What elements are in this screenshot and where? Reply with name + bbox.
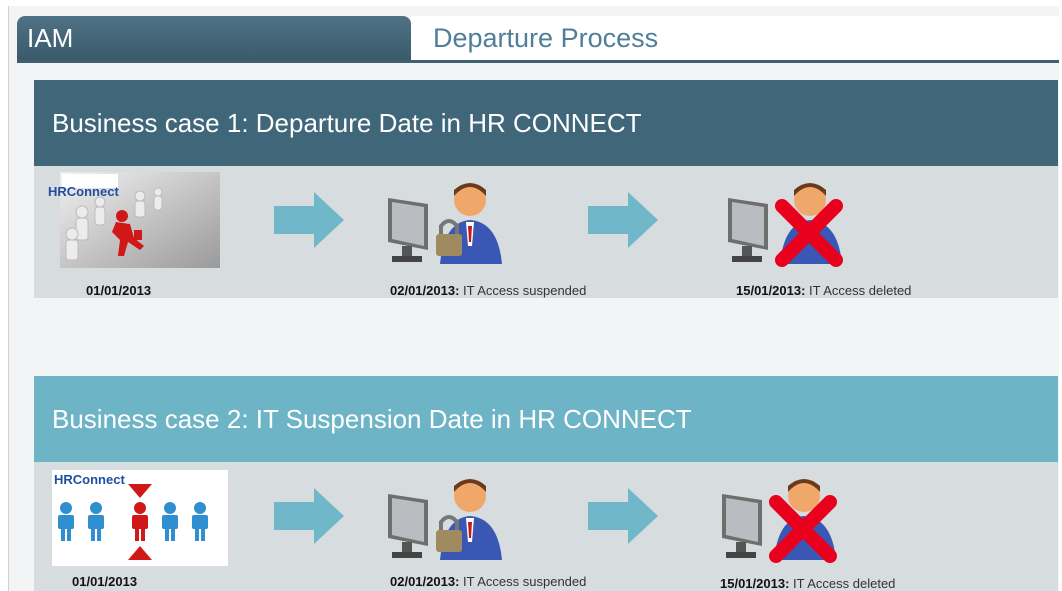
arrow-right-icon bbox=[588, 488, 658, 544]
tab-underline bbox=[17, 60, 1059, 63]
arrow-right-icon bbox=[274, 192, 344, 248]
hr-connect-logo-text: HRConnect bbox=[54, 472, 125, 487]
page-title: Departure Process bbox=[411, 16, 1059, 60]
user-suspended-icon bbox=[388, 479, 502, 560]
case2-body: HRConnect 01/01/2013 02/01/2013: IT Acce… bbox=[34, 462, 1058, 591]
case2-start-date: 01/01/2013 bbox=[72, 574, 138, 589]
user-deleted-icon bbox=[722, 479, 837, 563]
case2-step2-label: 15/01/2013: IT Access deleted bbox=[720, 576, 896, 591]
user-deleted-icon bbox=[728, 183, 843, 267]
user-suspended-icon bbox=[388, 183, 502, 264]
case1-start-date: 01/01/2013 bbox=[86, 283, 152, 298]
tab-bar: IAM Departure Process bbox=[9, 16, 1059, 63]
case2-header: Business case 2: IT Suspension Date in H… bbox=[34, 376, 1058, 462]
case1-step2-label: 15/01/2013: IT Access deleted bbox=[736, 283, 912, 298]
tab-iam[interactable]: IAM bbox=[17, 16, 411, 60]
arrow-right-icon bbox=[274, 488, 344, 544]
case1-step1-label: 02/01/2013: IT Access suspended bbox=[390, 283, 587, 298]
arrow-right-icon bbox=[588, 192, 658, 248]
case1-header: Business case 1: Departure Date in HR CO… bbox=[34, 80, 1058, 166]
case1-body: HRConnect 01/01/2013 02/01/2013: IT Acce… bbox=[34, 166, 1058, 298]
case2-step1-label: 02/01/2013: IT Access suspended bbox=[390, 574, 587, 589]
hr-connect-logo-text: HRConnect bbox=[48, 184, 119, 199]
